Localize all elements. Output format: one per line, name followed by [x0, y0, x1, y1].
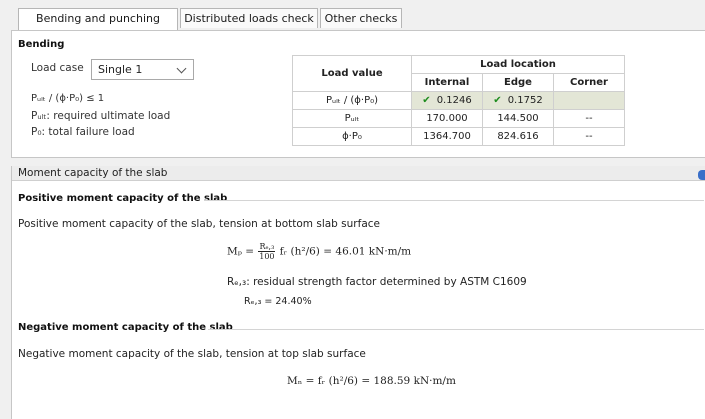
- table-row: Pᵤₗₜ 170.000 144.500 --: [292, 109, 625, 128]
- chevron-down-icon: [176, 63, 187, 74]
- positive-moment-result: 46.01 kN·m/m: [335, 245, 412, 258]
- load-case-dropdown[interactable]: Single 1: [91, 59, 194, 80]
- row-label: ϕ·P₀: [292, 127, 412, 146]
- column-edge: Edge: [482, 73, 554, 92]
- table-row: Pᵤₗₜ / (ϕ·P₀) ✔ 0.1246 ✔ 0.1752: [292, 91, 625, 110]
- table-row: ϕ·P₀ 1364.700 824.616 --: [292, 127, 625, 146]
- table-cell: [553, 91, 625, 110]
- failure-load-note: P₀: total failure load: [31, 126, 135, 138]
- column-corner: Corner: [553, 73, 625, 92]
- table-cell: ✔ 0.1246: [411, 91, 483, 110]
- row-label: Pᵤₗₜ / (ϕ·P₀): [292, 91, 412, 110]
- positive-moment-heading: Positive moment capacity of the slab: [18, 193, 228, 204]
- load-case-value: Single 1: [98, 63, 143, 76]
- condition-text: Pᵤₗₜ / (ϕ·P₀) ≤ 1: [31, 93, 105, 104]
- check-icon: ✔: [422, 95, 431, 106]
- fraction: Rₑ,₃ 100: [258, 242, 276, 261]
- negative-moment-heading: Negative moment capacity of the slab: [18, 322, 233, 333]
- divider: [208, 329, 704, 330]
- table-cell: 170.000: [411, 109, 483, 128]
- table-cell: --: [553, 127, 625, 146]
- negative-moment-formula: Mₙ = fᵣ (h²/6) = 188.59 kN·m/m: [287, 375, 456, 387]
- table-cell: ✔ 0.1752: [482, 91, 554, 110]
- load-value-header: Load value: [292, 55, 412, 92]
- divider: [204, 200, 704, 201]
- row-label: Pᵤₗₜ: [292, 109, 412, 128]
- bending-panel: Bending Load case Single 1 Pᵤₗₜ / (ϕ·P₀)…: [11, 30, 705, 158]
- tab-distributed-loads[interactable]: Distributed loads check: [180, 8, 318, 28]
- negative-moment-description: Negative moment capacity of the slab, te…: [18, 348, 366, 360]
- load-table: Load value Load location Internal Edge C…: [292, 55, 625, 146]
- tab-bending-punching[interactable]: Bending and punching check: [18, 8, 178, 45]
- re3-value: Rₑ,₃ = 24.40%: [244, 296, 312, 307]
- table-cell: 824.616: [482, 127, 554, 146]
- load-case-label: Load case: [31, 62, 84, 74]
- column-internal: Internal: [411, 73, 483, 92]
- positive-moment-formula: Mₚ = Rₑ,₃ 100 fᵣ (h²/6) = 46.01 kN·m/m: [227, 242, 412, 261]
- moment-capacity-panel: Moment capacity of the slab Positive mom…: [11, 166, 705, 419]
- check-icon: ✔: [493, 95, 502, 106]
- moment-capacity-header[interactable]: Moment capacity of the slab: [12, 166, 705, 181]
- positive-moment-description: Positive moment capacity of the slab, te…: [18, 218, 380, 230]
- table-cell: --: [553, 109, 625, 128]
- tab-other-checks[interactable]: Other checks: [320, 8, 402, 28]
- scroll-indicator-icon[interactable]: [698, 170, 705, 180]
- ultimate-load-note: Pᵤₗₜ: required ultimate load: [31, 110, 171, 122]
- negative-moment-result: 188.59 kN·m/m: [373, 375, 456, 387]
- bending-section-title: Bending: [18, 39, 65, 50]
- table-cell: 144.500: [482, 109, 554, 128]
- re3-note: Rₑ,₃: residual strength factor determine…: [227, 276, 527, 288]
- load-location-header: Load location: [411, 55, 625, 74]
- table-cell: 1364.700: [411, 127, 483, 146]
